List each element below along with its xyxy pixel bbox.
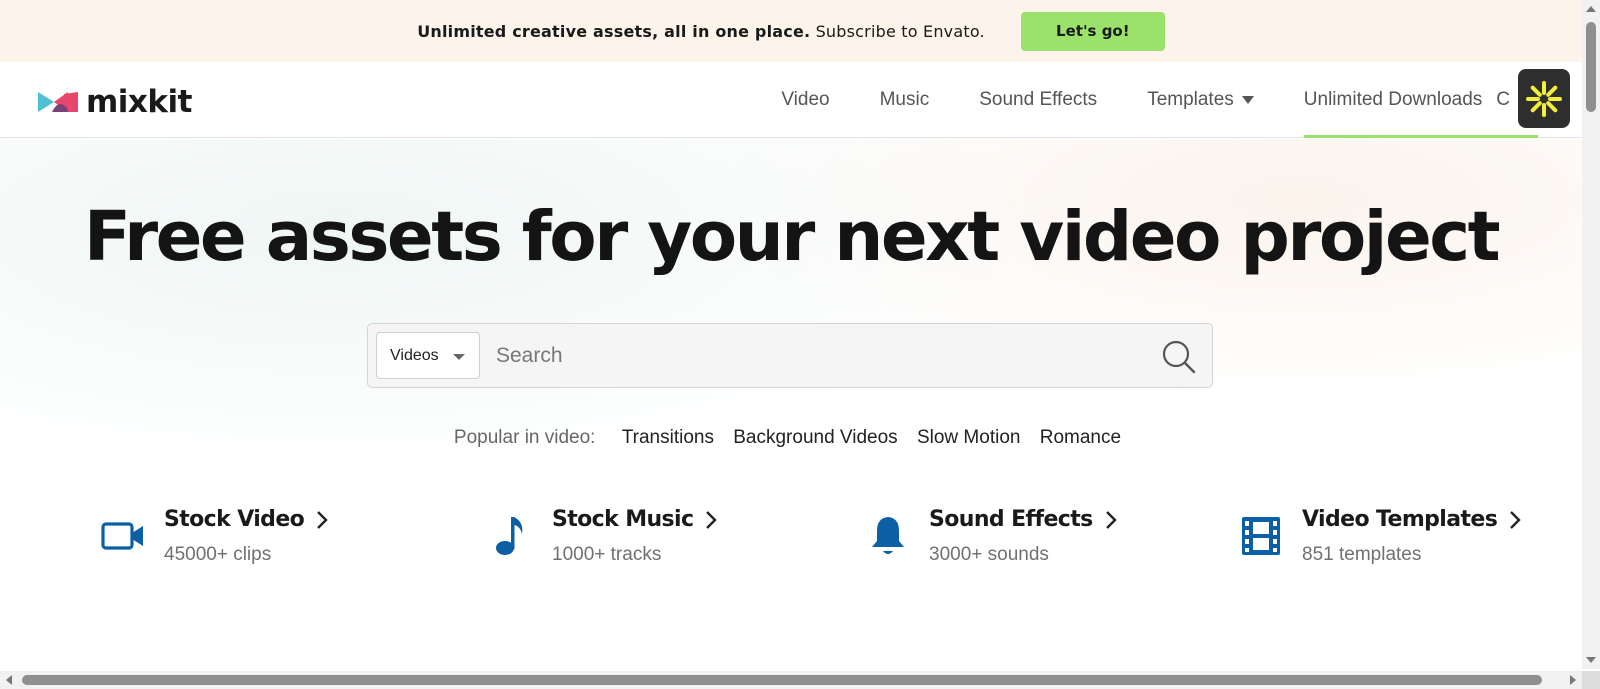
nav-video[interactable]: Video — [781, 62, 829, 138]
mixkit-logo[interactable]: mixkit — [38, 84, 192, 120]
nav-cut-off-label: C — [1496, 89, 1510, 110]
popular-searches: Popular in video: Transitions Background… — [0, 427, 1582, 449]
category-video-templates[interactable]: Video Templates 851 templates — [1238, 507, 1521, 566]
promo-subscribe-text: Subscribe to Envato. — [815, 21, 985, 41]
popular-tag-romance[interactable]: Romance — [1040, 427, 1121, 448]
category-title: Video Templates — [1302, 507, 1498, 532]
chevron-right-icon — [1105, 510, 1117, 530]
scrollbar-corner — [1582, 671, 1600, 689]
promo-banner: Unlimited creative assets, all in one pl… — [0, 0, 1582, 62]
nav-templates-label: Templates — [1147, 89, 1234, 110]
vertical-scrollbar[interactable] — [1582, 0, 1600, 669]
category-stock-video[interactable]: Stock Video 45000+ clips — [100, 507, 328, 566]
popular-tag-transitions[interactable]: Transitions — [622, 427, 714, 448]
search-icon — [1162, 340, 1196, 374]
top-nav: mixkit Video Music Sound Effects Templat… — [0, 62, 1582, 138]
nav-unlimited-downloads-label: Unlimited Downloads — [1303, 89, 1483, 110]
nav-links: Video Music Sound Effects Templates Unli… — [731, 62, 1539, 138]
page-title: Free assets for your next video project — [83, 197, 1501, 277]
nav-unlimited-downloads[interactable]: Unlimited Downloads C — [1303, 62, 1539, 138]
category-title: Stock Video — [164, 507, 305, 532]
caret-down-icon — [1241, 96, 1254, 104]
nav-sound-effects-label: Sound Effects — [979, 89, 1098, 110]
promo-text: Unlimited creative assets, all in one pl… — [417, 22, 985, 41]
category-title: Stock Music — [552, 507, 694, 532]
search-type-select[interactable]: Videos — [376, 332, 480, 379]
search-button[interactable] — [1160, 338, 1198, 376]
film-strip-icon — [1238, 513, 1284, 559]
nav-music[interactable]: Music — [880, 62, 930, 138]
popular-label: Popular in video: — [453, 427, 596, 448]
category-count: 851 templates — [1302, 544, 1422, 565]
lets-go-button[interactable]: Let's go! — [1020, 11, 1165, 51]
hero-section: Free assets for your next video project … — [0, 139, 1582, 669]
brand-name: mixkit — [86, 84, 192, 120]
search-bar: Videos — [367, 323, 1213, 388]
popular-tag-slow-motion[interactable]: Slow Motion — [917, 427, 1021, 448]
promo-bold-text: Unlimited creative assets, all in one pl… — [417, 21, 811, 41]
category-stock-music[interactable]: Stock Music 1000+ tracks — [488, 507, 718, 566]
scroll-right-icon[interactable] — [1570, 675, 1576, 685]
chevron-right-icon — [1509, 510, 1521, 530]
horizontal-scroll-thumb[interactable] — [22, 675, 1542, 685]
chevron-right-icon — [705, 510, 718, 530]
category-count: 3000+ sounds — [929, 544, 1049, 565]
scroll-down-icon[interactable] — [1586, 657, 1596, 663]
browser-extension-icon[interactable] — [1518, 69, 1570, 128]
category-sound-effects[interactable]: Sound Effects 3000+ sounds — [865, 507, 1117, 566]
popular-tag-background-videos[interactable]: Background Videos — [733, 427, 897, 448]
caret-down-icon — [453, 354, 465, 360]
vertical-scroll-thumb[interactable] — [1586, 22, 1596, 112]
search-input[interactable] — [496, 332, 1116, 379]
chevron-right-icon — [316, 510, 328, 530]
video-camera-icon — [100, 513, 146, 559]
scroll-left-icon[interactable] — [6, 675, 12, 685]
category-title: Sound Effects — [929, 507, 1093, 532]
horizontal-scrollbar[interactable] — [0, 671, 1582, 689]
category-count: 45000+ clips — [164, 544, 272, 565]
bell-icon — [865, 513, 911, 559]
search-type-value: Videos — [390, 346, 439, 364]
starburst-icon — [1526, 80, 1562, 117]
nav-sound-effects[interactable]: Sound Effects — [979, 62, 1097, 138]
nav-video-label: Video — [781, 89, 830, 110]
nav-music-label: Music — [879, 89, 930, 110]
category-count: 1000+ tracks — [552, 544, 662, 565]
scroll-up-icon[interactable] — [1586, 6, 1596, 12]
mixkit-logo-icon — [38, 92, 78, 112]
nav-templates-dropdown[interactable]: Templates — [1147, 62, 1254, 138]
music-note-icon — [488, 513, 534, 559]
